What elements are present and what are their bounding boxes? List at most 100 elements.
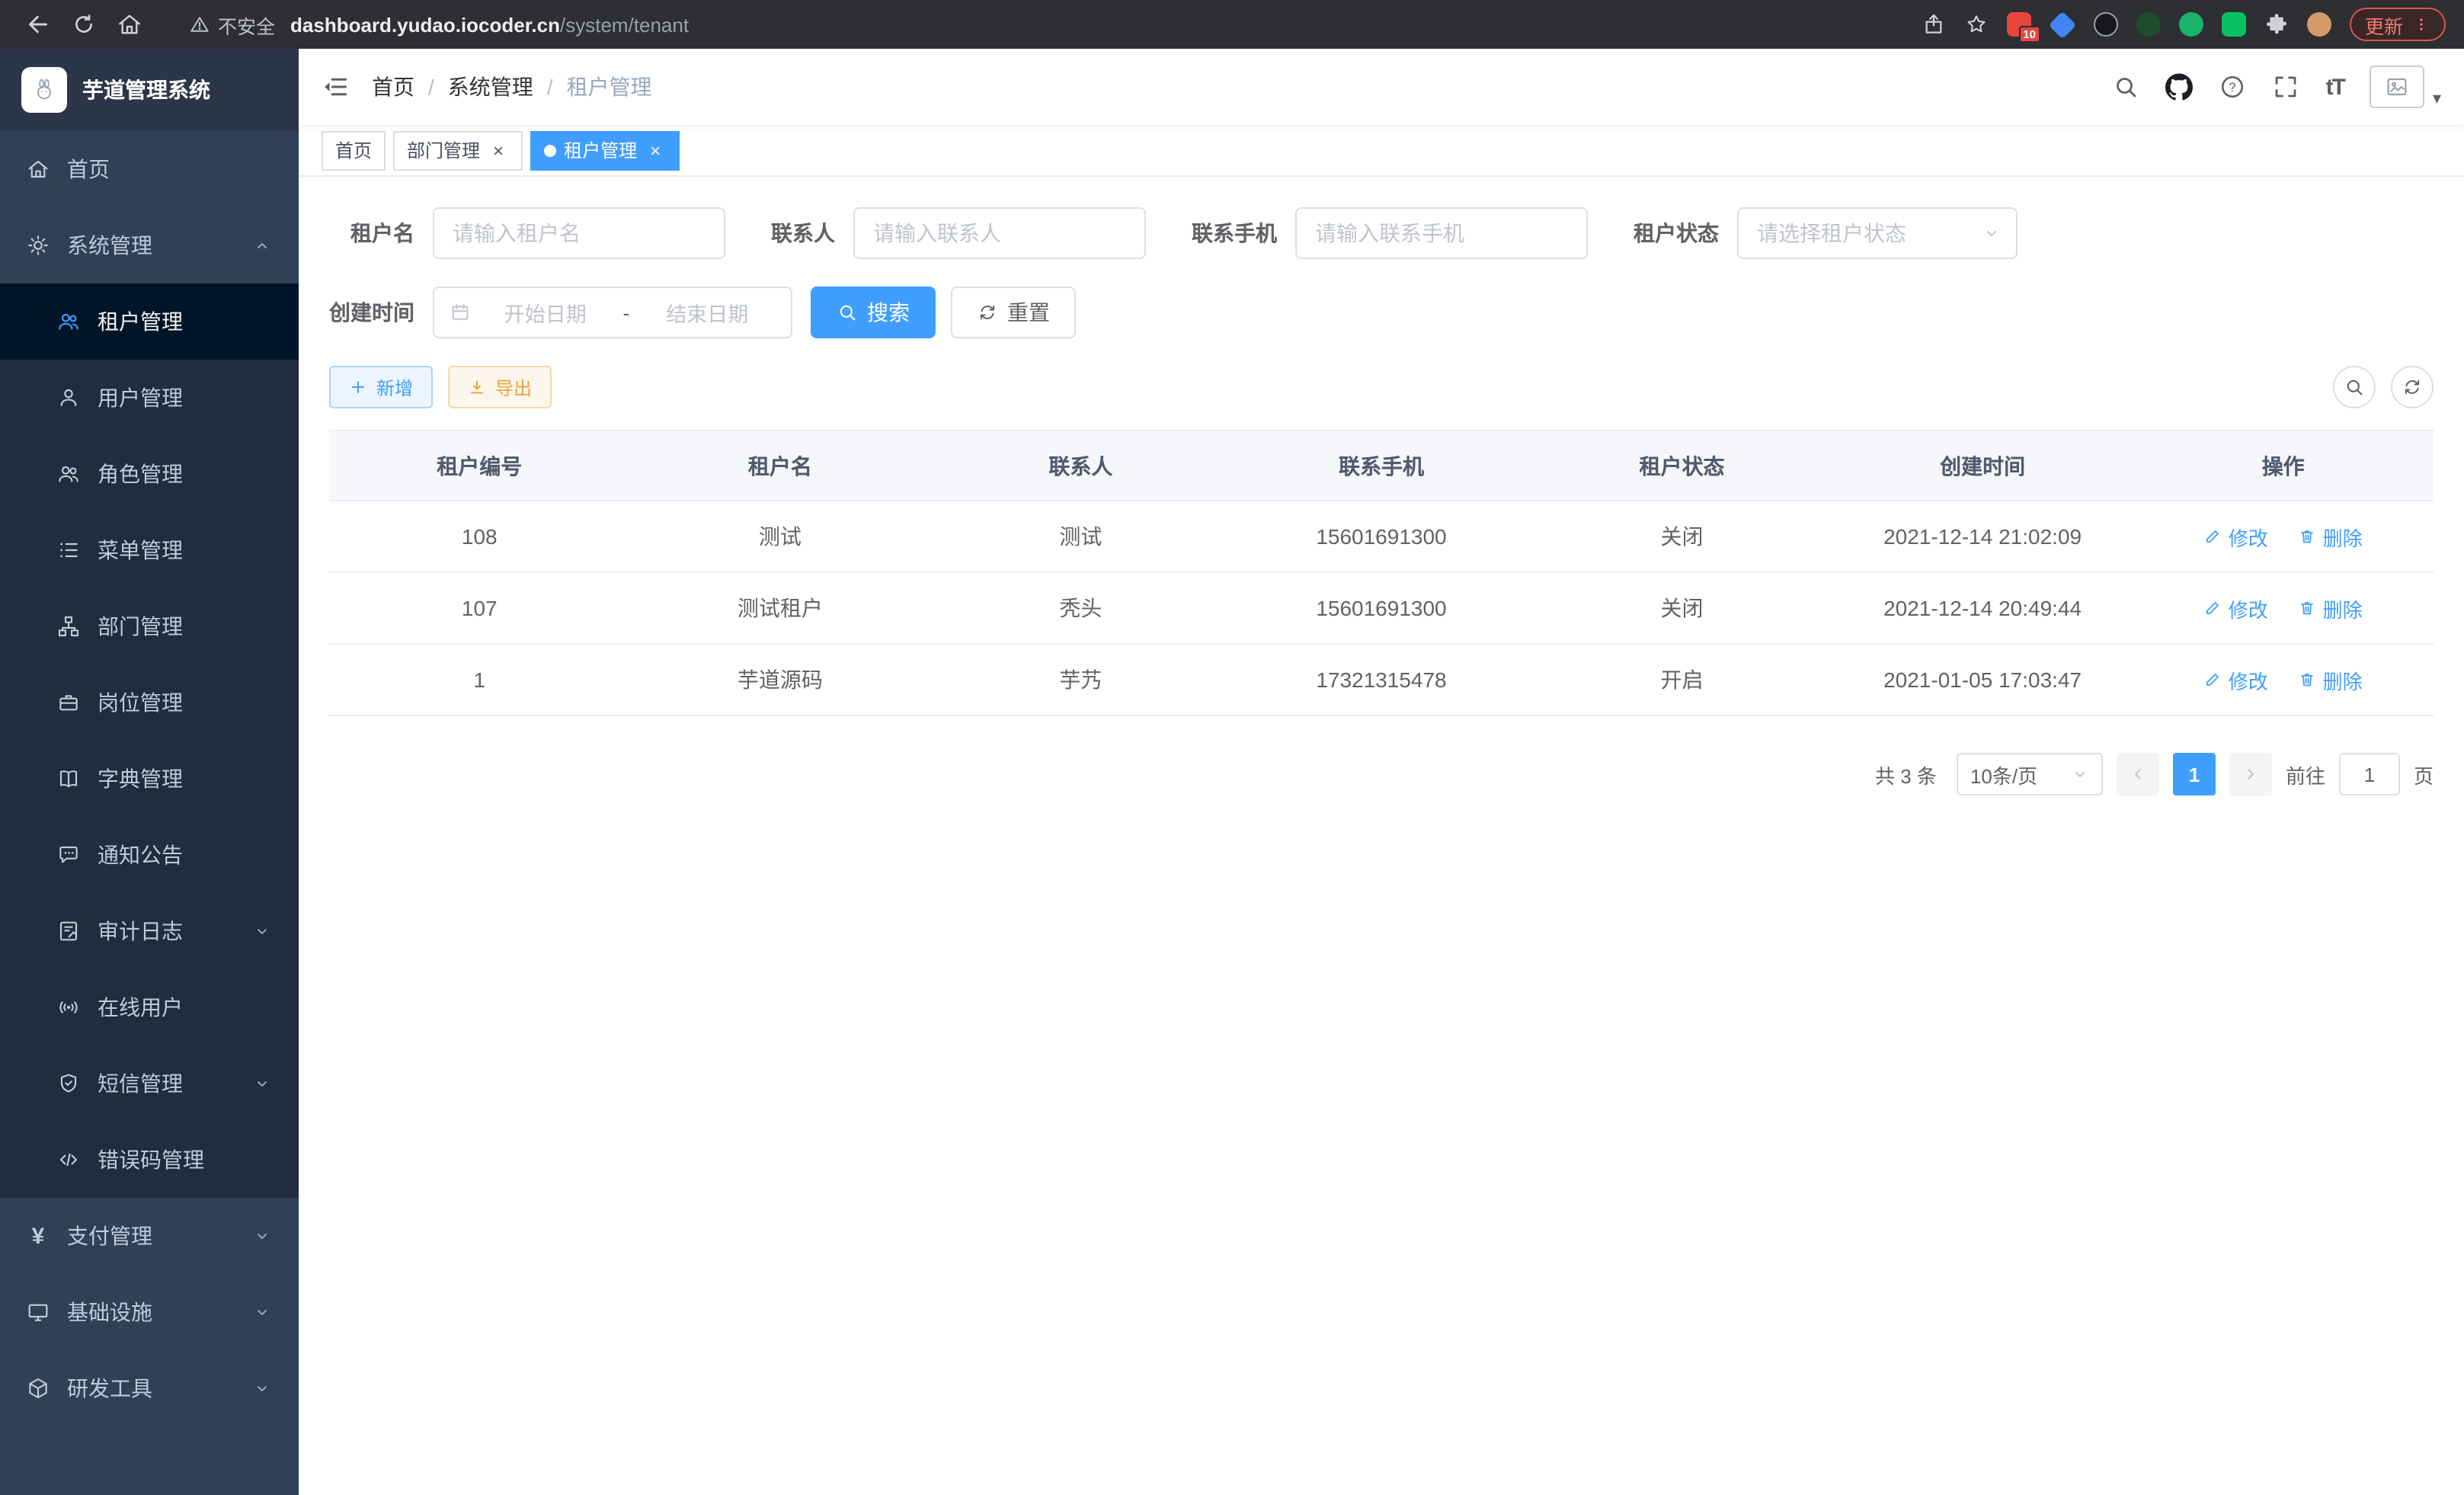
help-question-icon[interactable] [2219,73,2247,101]
sidebar-item-user[interactable]: 用户管理 [0,360,299,436]
sidebar-item-audit-log[interactable]: 审计日志 [0,893,299,969]
edit-row-button[interactable]: 修改 [2204,594,2268,623]
tags-view: 首页 部门管理 × 租户管理 × [299,125,2464,177]
table-header-row: 租户编号 租户名 联系人 联系手机 租户状态 创建时间 操作 [329,431,2434,501]
plus-icon [349,378,367,396]
tag-home[interactable]: 首页 [322,130,386,170]
delete-row-button[interactable]: 删除 [2299,665,2363,694]
search-icon[interactable] [2113,73,2140,101]
error-code-icon [55,1148,82,1172]
sidebar-item-system[interactable]: 系统管理 [0,207,299,283]
top-navbar: 首页 / 系统管理 / 租户管理 tT ▾ [299,49,2464,125]
edit-row-button[interactable]: 修改 [2204,522,2268,551]
browser-toolbar: 不安全 dashboard.yudao.iocoder.cn/system/te… [0,0,2464,49]
sidebar-item-notice[interactable]: 通知公告 [0,817,299,893]
edit-row-button[interactable]: 修改 [2204,665,2268,694]
tenant-name-input[interactable] [433,207,725,259]
fullscreen-icon[interactable] [2273,73,2300,101]
hamburger-icon[interactable] [322,73,349,101]
pay-yen-icon: ¥ [24,1224,52,1247]
calendar-icon [450,302,471,323]
extension-red-icon[interactable]: 10 [2007,12,2031,37]
page-content: 租户名 联系人 联系手机 租户状态 请选择租户状态 [299,177,2464,1495]
chevron-down-icon [253,1227,271,1245]
user-avatar[interactable] [2370,66,2425,108]
close-icon[interactable]: × [488,139,509,161]
add-button[interactable]: 新增 [329,366,433,408]
font-size-icon[interactable]: tT [2326,74,2344,100]
download-icon [468,378,486,396]
current-page-button[interactable]: 1 [2173,753,2216,796]
site-security-chip[interactable]: 不安全 [189,10,275,39]
extension-blue-icon[interactable] [2049,11,2077,39]
url-path: /system/tenant [560,13,689,36]
browser-back-button[interactable] [18,6,58,43]
page-unit-label: 页 [2414,760,2434,789]
filter-contact: 联系人 [771,207,1146,259]
sidebar-item-home[interactable]: 首页 [0,131,299,207]
extensions-puzzle-icon[interactable] [2264,12,2289,37]
app-logo[interactable]: 芋道管理系统 [0,49,299,131]
chrome-update-button[interactable]: 更新 [2350,8,2446,41]
browser-home-button[interactable] [110,6,149,43]
user-avatar-dropdown[interactable]: ▾ [2370,66,2441,108]
roles-users-icon [55,462,82,486]
extension-chat-icon[interactable] [2222,12,2246,37]
export-button[interactable]: 导出 [448,366,552,408]
sidebar-item-infra[interactable]: 基础设施 [0,1274,299,1350]
filter-row-1: 租户名 联系人 联系手机 租户状态 请选择租户状态 [329,207,2434,259]
dict-book-icon [55,767,82,791]
sidebar-item-online-user[interactable]: 在线用户 [0,969,299,1045]
address-bar[interactable]: dashboard.yudao.iocoder.cn/system/tenant [290,13,689,36]
sidebar-item-tenant[interactable]: 租户管理 [0,283,299,360]
mobile-label: 联系手机 [1192,218,1295,248]
breadcrumb-home[interactable]: 首页 [372,72,414,102]
breadcrumb-system[interactable]: 系统管理 [448,72,533,102]
sidebar-item-dev-tools[interactable]: 研发工具 [0,1350,299,1426]
extension-dark-icon[interactable] [2094,12,2118,37]
next-page-button[interactable] [2229,753,2272,796]
kebab-menu-icon[interactable] [2412,15,2430,34]
sidebar-item-menu[interactable]: 菜单管理 [0,512,299,588]
contact-input[interactable] [853,207,1146,259]
tag-dept[interactable]: 部门管理 × [393,130,523,170]
refresh-table-button[interactable] [2391,366,2434,408]
sidebar-item-dept[interactable]: 部门管理 [0,588,299,664]
prev-page-button[interactable] [2117,753,2159,796]
sidebar-item-role[interactable]: 角色管理 [0,436,299,512]
delete-row-button[interactable]: 删除 [2299,522,2363,551]
date-range-picker[interactable]: 开始日期 - 结束日期 [433,287,792,338]
goto-label: 前往 [2286,760,2325,789]
sidebar-item-sms[interactable]: 短信管理 [0,1045,299,1122]
browser-reload-button[interactable] [64,6,104,43]
sidebar-item-error-code[interactable]: 错误码管理 [0,1122,299,1198]
sidebar-item-post[interactable]: 岗位管理 [0,664,299,741]
sidebar-item-dict[interactable]: 字典管理 [0,741,299,817]
tag-tenant[interactable]: 租户管理 × [530,130,680,170]
mobile-input[interactable] [1295,207,1588,259]
refresh-icon [977,302,998,323]
tenant-table: 租户编号 租户名 联系人 联系手机 租户状态 创建时间 操作 108 测试 [329,430,2434,716]
status-select[interactable]: 请选择租户状态 [1737,207,2018,259]
home-icon [24,157,52,181]
page-size-select[interactable]: 10条/页 [1957,753,2103,796]
bookmark-star-icon[interactable] [1964,12,1989,37]
trash-icon [2299,671,2317,689]
reset-button[interactable]: 重置 [951,287,1076,338]
close-icon[interactable]: × [645,139,666,161]
infra-monitor-icon [24,1300,52,1324]
goto-page-input[interactable] [2339,753,2400,796]
profile-avatar[interactable] [2307,12,2331,37]
caret-down-icon: ▾ [2433,91,2441,108]
date-range-separator: - [614,301,639,324]
col-actions: 操作 [2133,431,2434,501]
sidebar-item-pay[interactable]: ¥ 支付管理 [0,1198,299,1274]
share-icon[interactable] [1922,12,1946,37]
breadcrumb-separator: / [547,75,553,99]
github-icon[interactable] [2166,73,2194,101]
delete-row-button[interactable]: 删除 [2299,594,2363,623]
toggle-search-button[interactable] [2333,366,2376,408]
extension-darkgreen-icon[interactable] [2136,12,2161,37]
extension-green-icon[interactable] [2179,12,2203,37]
search-button[interactable]: 搜索 [811,287,936,338]
